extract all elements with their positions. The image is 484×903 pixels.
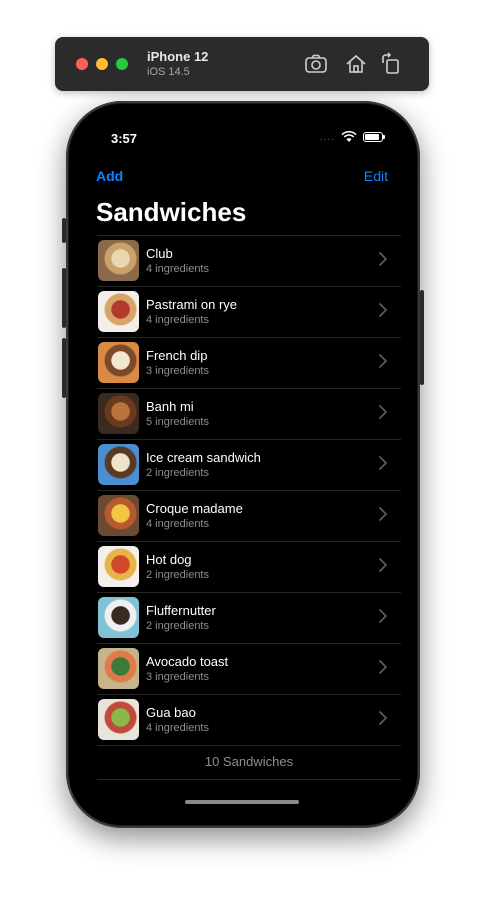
list-item[interactable]: Gua bao 4 ingredients [97, 695, 401, 746]
zoom-window-button[interactable] [116, 58, 128, 70]
chevron-right-icon [379, 354, 387, 368]
sandwich-thumbnail [98, 546, 139, 587]
sandwich-name: Banh mi [146, 399, 194, 414]
battery-icon [363, 132, 385, 142]
sandwich-thumbnail [98, 597, 139, 638]
ingredient-count: 4 ingredients [146, 722, 209, 734]
chevron-right-icon [379, 456, 387, 470]
sandwich-name: Hot dog [146, 552, 192, 567]
ingredient-count: 2 ingredients [146, 467, 209, 479]
list-item[interactable]: Hot dog 2 ingredients [97, 542, 401, 593]
sandwich-thumbnail [98, 393, 139, 434]
sandwich-name: Avocado toast [146, 654, 229, 669]
sandwich-name: Fluffernutter [146, 603, 216, 618]
list-item[interactable]: Banh mi 5 ingredients [97, 389, 401, 440]
ingredient-count: 4 ingredients [146, 263, 209, 275]
sandwich-name: Club [146, 246, 173, 261]
os-version: iOS 14.5 [147, 66, 190, 78]
close-window-button[interactable] [76, 58, 88, 70]
list-item[interactable]: Ice cream sandwich 2 ingredients [97, 440, 401, 491]
sandwich-name: Ice cream sandwich [146, 450, 261, 465]
sandwich-name: French dip [146, 348, 208, 363]
sandwich-name: Gua bao [146, 705, 196, 720]
sandwich-thumbnail [98, 291, 139, 332]
ingredient-count: 5 ingredients [146, 416, 209, 428]
minimize-window-button[interactable] [96, 58, 108, 70]
status-indicators: .... [319, 131, 385, 143]
chevron-right-icon [379, 660, 387, 674]
list-item[interactable]: Fluffernutter 2 ingredients [97, 593, 401, 644]
ingredient-count: 4 ingredients [146, 518, 209, 530]
sandwich-count: 10 Sandwiches [97, 745, 401, 780]
volume-up-button [62, 268, 66, 328]
screenshot-icon[interactable] [303, 51, 329, 77]
edit-button[interactable]: Edit [364, 168, 388, 184]
sandwich-thumbnail [98, 444, 139, 485]
list-item[interactable]: Club 4 ingredients [97, 236, 401, 287]
page-title: Sandwiches [96, 197, 247, 227]
simulator-title-bar: iPhone 12 iOS 14.5 [55, 37, 429, 91]
sandwich-list: Club 4 ingredients Pastrami on rye 4 ing… [97, 235, 401, 746]
device-screen: 3:57 .... Add Edit Sandwiches Club 4 ing… [69, 104, 417, 825]
chevron-right-icon [379, 609, 387, 623]
chevron-right-icon [379, 405, 387, 419]
home-indicator[interactable] [185, 800, 299, 804]
side-button [420, 290, 424, 385]
ingredient-count: 2 ingredients [146, 569, 209, 581]
device-name: iPhone 12 [147, 49, 209, 64]
ingredient-count: 3 ingredients [146, 365, 209, 377]
home-icon[interactable] [343, 51, 369, 77]
volume-down-button [62, 338, 66, 398]
chevron-right-icon [379, 303, 387, 317]
status-time: 3:57 [111, 131, 138, 146]
list-item[interactable]: French dip 3 ingredients [97, 338, 401, 389]
rotate-icon[interactable] [378, 51, 404, 77]
mute-switch [62, 218, 66, 243]
sandwich-name: Pastrami on rye [146, 297, 238, 312]
list-item[interactable]: Avocado toast 3 ingredients [97, 644, 401, 695]
chevron-right-icon [379, 507, 387, 521]
ingredient-count: 3 ingredients [146, 671, 209, 683]
sandwich-thumbnail [98, 648, 139, 689]
sandwich-thumbnail [98, 342, 139, 383]
add-button[interactable]: Add [96, 168, 123, 184]
ingredient-count: 4 ingredients [146, 314, 209, 326]
cellular-signal-icon: .... [319, 131, 335, 143]
sandwich-thumbnail [98, 699, 139, 740]
list-item[interactable]: Croque madame 4 ingredients [97, 491, 401, 542]
chevron-right-icon [379, 252, 387, 266]
wifi-icon [341, 131, 357, 143]
list-item[interactable]: Pastrami on rye 4 ingredients [97, 287, 401, 338]
sandwich-thumbnail [98, 495, 139, 536]
sandwich-thumbnail [98, 240, 139, 281]
chevron-right-icon [379, 558, 387, 572]
ingredient-count: 2 ingredients [146, 620, 209, 632]
sandwich-name: Croque madame [146, 501, 243, 516]
chevron-right-icon [379, 711, 387, 725]
